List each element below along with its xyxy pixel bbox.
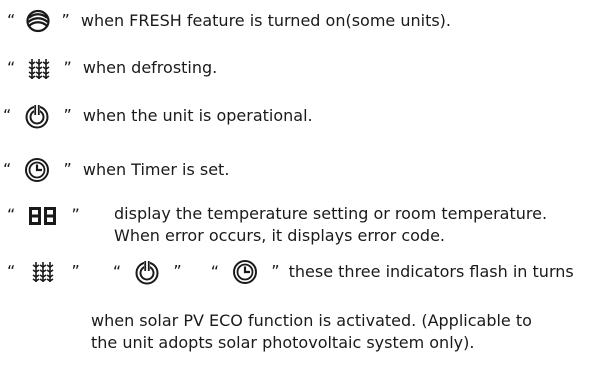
close-quote: ” — [63, 159, 72, 179]
solar-text-line-1: these three indicators flash in turns — [288, 261, 574, 281]
close-quote: ” — [71, 261, 80, 281]
close-quote: ” — [63, 105, 72, 125]
defrost-icon — [26, 58, 52, 80]
open-quote: “ — [210, 261, 220, 281]
timer-clock-icon — [24, 157, 50, 183]
fresh-row: “ ” when FRESH feature is turned on(some… — [7, 9, 451, 33]
open-quote: “ — [3, 159, 12, 179]
close-quote: ” — [71, 205, 80, 224]
timer-row: “ ” when Timer is set. — [3, 157, 229, 183]
solar-text-line-2: when solar PV ECO function is activated.… — [91, 311, 532, 330]
fresh-swirl-icon — [26, 9, 50, 33]
defrost-text: when defrosting. — [82, 58, 218, 77]
seven-segment-88-icon — [28, 206, 58, 226]
close-quote: ” — [173, 261, 182, 281]
operation-text: when the unit is operational. — [82, 105, 313, 125]
close-quote: ” — [61, 10, 70, 30]
open-quote: “ — [112, 261, 122, 281]
open-quote: “ — [7, 261, 16, 281]
fresh-text: when FRESH feature is turned on(some uni… — [80, 10, 452, 30]
power-icon — [134, 259, 160, 285]
open-quote: “ — [7, 205, 16, 224]
open-quote: “ — [7, 58, 16, 77]
display-row: “ ” — [7, 204, 80, 226]
timer-text: when Timer is set. — [82, 159, 230, 179]
defrost-icon — [30, 261, 56, 283]
operation-row: “ ” when the unit is operational. — [3, 103, 313, 129]
solar-row: “ ” “ ” “ ” these three indicators flash… — [7, 259, 574, 285]
solar-text-line-3: the unit adopts solar photovoltaic syste… — [91, 333, 475, 352]
timer-clock-icon — [232, 259, 258, 285]
open-quote: “ — [7, 10, 16, 30]
close-quote: ” — [271, 261, 280, 281]
open-quote: “ — [3, 105, 12, 125]
display-text-line-1: display the temperature setting or room … — [114, 204, 548, 223]
power-icon — [24, 103, 50, 129]
defrost-row: “ ” when defrosting. — [7, 57, 217, 80]
close-quote: ” — [63, 58, 72, 77]
display-text-line-2: When error occurs, it displays error cod… — [114, 226, 445, 245]
